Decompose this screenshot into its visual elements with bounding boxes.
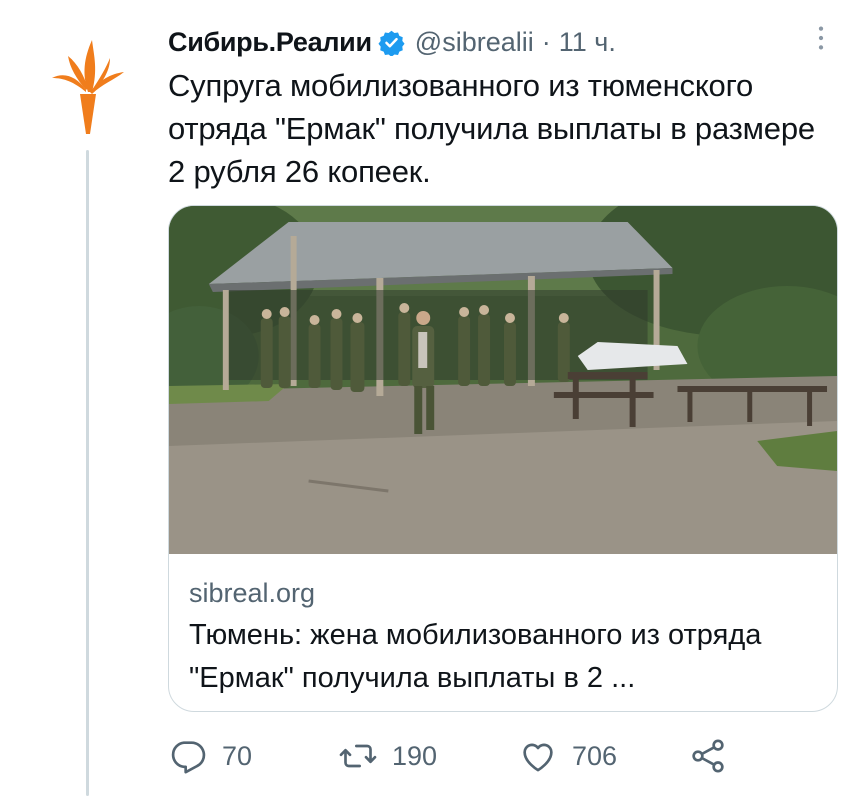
tweet-text: Супруга мобилизованного из тюменского от… — [168, 68, 815, 189]
author-display-name[interactable]: Сибирь.Реалии — [168, 27, 372, 58]
more-vertical-icon — [818, 26, 824, 50]
author-handle[interactable]: @sibrealii — [415, 27, 534, 58]
retweet-icon — [339, 744, 377, 768]
more-options-button[interactable] — [805, 22, 837, 54]
retweet-count: 190 — [392, 740, 438, 771]
verified-badge-icon — [378, 29, 405, 56]
heart-icon — [523, 743, 553, 772]
share-icon — [692, 739, 724, 773]
share-button[interactable] — [688, 730, 728, 782]
retweet-button[interactable]: 190 — [338, 730, 437, 782]
separator-dot: · — [541, 26, 551, 57]
torch-logo-icon — [52, 40, 124, 134]
card-domain: sibreal.org — [189, 578, 316, 608]
like-count: 706 — [572, 740, 618, 771]
tweet-timestamp[interactable]: 11 ч. — [559, 27, 616, 58]
card-title: Тюмень: жена мобилизованного из отряда "… — [189, 619, 762, 694]
reply-icon — [171, 741, 206, 774]
tweet-actions: 70 190 706 — [168, 730, 788, 782]
thread-line — [86, 150, 89, 796]
link-card[interactable]: sibreal.org Тюмень: жена мобилизованного… — [168, 205, 838, 712]
like-button[interactable]: 706 — [518, 730, 617, 782]
tweet-header: Сибирь.Реалии @sibrealii · 11 ч. — [168, 22, 616, 62]
avatar[interactable] — [30, 22, 146, 138]
reply-button[interactable]: 70 — [168, 730, 252, 782]
reply-count: 70 — [222, 740, 253, 771]
card-photo — [169, 206, 837, 554]
